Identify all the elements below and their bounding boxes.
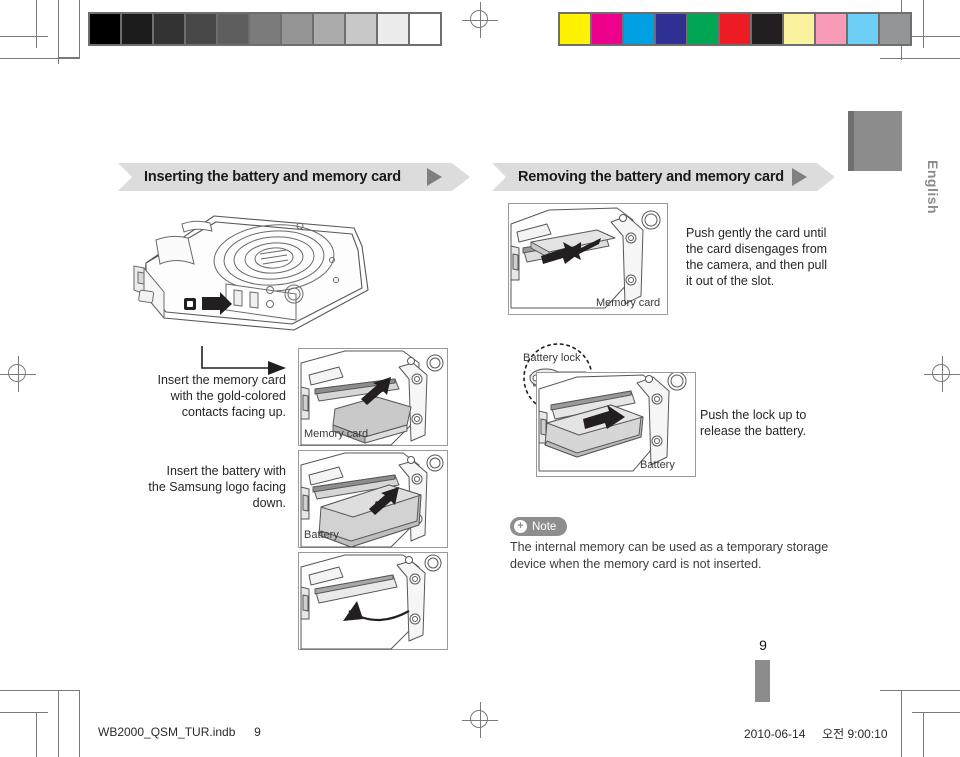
registration-mark [924, 356, 960, 392]
page-number-bar [755, 660, 770, 702]
crop-mark-line [923, 0, 924, 48]
remove-battery-caption: Battery [640, 459, 675, 471]
registration-mark [0, 356, 36, 392]
note-badge-label: Note [532, 520, 557, 533]
footer-timestamp: 2010-06-14 오전 9:00:10 [744, 725, 888, 742]
color-swatch [880, 14, 910, 44]
triangle-right-icon [792, 168, 807, 186]
footer-time-text: 오전 9:00:10 [822, 727, 888, 741]
color-swatch [560, 14, 592, 44]
color-swatch [656, 14, 688, 44]
crop-mark-line [912, 36, 960, 37]
color-swatch [848, 14, 880, 44]
section-header-inserting: Inserting the battery and memory card [118, 163, 470, 191]
color-swatch [784, 14, 816, 44]
crop-mark-line [0, 690, 80, 691]
grayscale-swatch [250, 14, 282, 44]
crop-mark-line [36, 712, 37, 757]
crop-mark-line [79, 0, 80, 58]
registration-mark [462, 2, 498, 38]
remove-memory-card-caption: Memory card [596, 297, 661, 309]
note-badge: + Note [510, 516, 568, 536]
language-tab-label: English [925, 160, 941, 215]
crop-mark-line [58, 690, 59, 757]
color-calibration-strip [558, 12, 912, 46]
footer-filename: WB2000_QSM_TUR.indb 9 [98, 725, 261, 739]
memory-card-caption: Memory card [304, 428, 369, 440]
color-swatch [816, 14, 848, 44]
section-header-removing: Removing the battery and memory card [492, 163, 835, 191]
grayscale-swatch [378, 14, 410, 44]
grayscale-swatch [410, 14, 440, 44]
crop-mark-line [58, 57, 80, 58]
crop-mark-line [880, 58, 960, 59]
grayscale-swatch [186, 14, 218, 44]
crop-mark-line [880, 690, 960, 691]
crop-mark-line [0, 58, 80, 59]
remove-card-instruction-text: Push gently the card until the card dise… [686, 226, 828, 288]
footer-date-text: 2010-06-14 [744, 727, 806, 741]
crop-mark-line [901, 690, 902, 757]
color-swatch [720, 14, 752, 44]
grayscale-swatch [282, 14, 314, 44]
section-title-removing: Removing the battery and memory card [518, 169, 784, 185]
grayscale-swatch [218, 14, 250, 44]
battery-caption: Battery [304, 529, 339, 541]
color-swatch [752, 14, 784, 44]
color-swatch [624, 14, 656, 44]
battery-instruction-text: Insert the battery with the Samsung logo… [148, 464, 286, 510]
crop-mark-line [0, 36, 48, 37]
color-swatch [592, 14, 624, 44]
section-title-inserting: Inserting the battery and memory card [144, 169, 401, 185]
grayscale-swatch [90, 14, 122, 44]
crop-mark-line [79, 690, 80, 757]
crop-mark-line [58, 0, 59, 64]
grayscale-swatch [346, 14, 378, 44]
footer-page-text: 9 [254, 725, 261, 739]
grayscale-swatch [154, 14, 186, 44]
camera-body-illustration [118, 198, 388, 338]
grayscale-swatch [314, 14, 346, 44]
note-text: The internal memory can be used as a tem… [510, 540, 829, 571]
registration-mark [462, 702, 498, 738]
crop-mark-line [0, 712, 48, 713]
footer-filename-text: WB2000_QSM_TUR.indb [98, 725, 236, 739]
battery-lock-caption: Battery lock [523, 352, 581, 364]
crop-mark-line [923, 712, 924, 757]
memory-card-instruction-text: Insert the memory card with the gold-col… [157, 373, 286, 419]
color-swatch [688, 14, 720, 44]
grayscale-calibration-strip [88, 12, 442, 46]
close-cover-illustration [298, 552, 448, 650]
remove-battery-instruction-text: Push the lock up to release the battery. [700, 408, 807, 438]
grayscale-swatch [122, 14, 154, 44]
plus-circle-icon: + [514, 520, 527, 533]
page-number: 9 [759, 637, 767, 653]
crop-mark-line [36, 0, 37, 48]
crop-mark-line [912, 712, 960, 713]
triangle-right-icon [427, 168, 442, 186]
